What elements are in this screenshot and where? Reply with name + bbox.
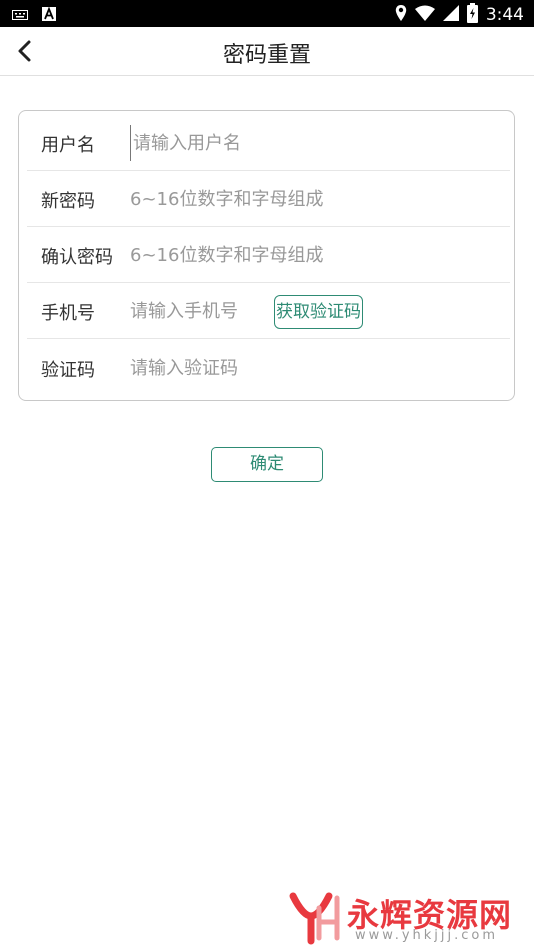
- form-row-new-password: 新密码: [19, 171, 514, 227]
- username-input[interactable]: [130, 125, 353, 161]
- a-notification-icon: [42, 6, 56, 25]
- confirm-password-input[interactable]: [130, 237, 350, 273]
- status-bar: 3:44: [0, 0, 534, 27]
- confirm-button[interactable]: 确定: [211, 447, 323, 482]
- form-row-username: 用户名: [19, 115, 514, 171]
- new-password-label: 新密码: [41, 191, 95, 212]
- watermark-url: www.yhkjjj.com: [355, 928, 499, 943]
- page-title: 密码重置: [222, 43, 311, 68]
- username-label: 用户名: [41, 135, 95, 156]
- form-row-phone: 手机号 获取验证码: [19, 283, 514, 339]
- new-password-input[interactable]: [130, 181, 350, 217]
- confirm-password-label: 确认密码: [41, 247, 113, 268]
- battery-icon: [466, 3, 478, 27]
- watermark: 永辉资源网 www.yhkjjj.com: [285, 886, 525, 946]
- reset-form-card: 用户名 新密码 确认密码 手机号 获取验证码 验证码: [18, 110, 515, 401]
- signal-icon: [442, 5, 459, 25]
- form-row-verification-code: 验证码: [19, 340, 514, 396]
- keyboard-icon: [12, 6, 28, 25]
- divider: [27, 338, 510, 339]
- get-code-button[interactable]: 获取验证码: [274, 295, 363, 329]
- wifi-icon: [414, 5, 435, 25]
- verification-code-input[interactable]: [130, 350, 350, 386]
- status-time: 3:44: [485, 5, 524, 25]
- phone-input[interactable]: [130, 293, 260, 329]
- verification-code-label: 验证码: [41, 360, 95, 381]
- navigation-bar: 密码重置: [0, 27, 534, 76]
- form-row-confirm-password: 确认密码: [19, 227, 514, 283]
- watermark-logo-icon: [289, 892, 340, 945]
- location-icon: [395, 4, 407, 26]
- phone-label: 手机号: [41, 303, 95, 324]
